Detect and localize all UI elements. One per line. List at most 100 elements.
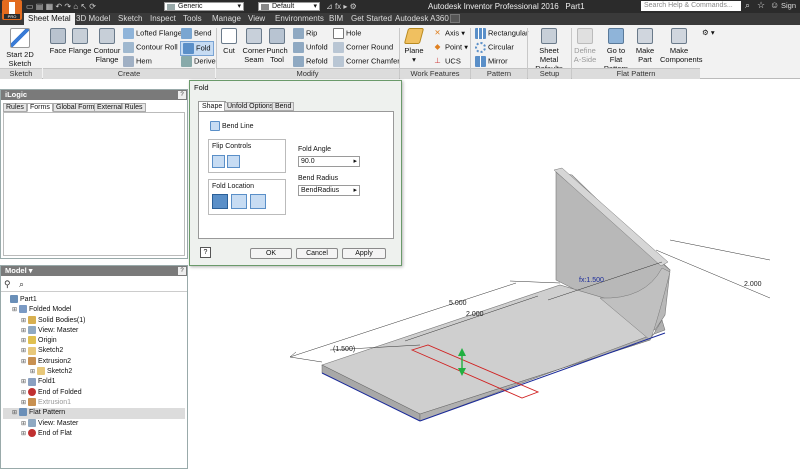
expand-toggle-icon[interactable]: ⊞ xyxy=(21,326,28,336)
corner-chamfer-button[interactable]: Corner Chamfer xyxy=(333,56,400,67)
fold-location-end-button[interactable] xyxy=(250,194,266,209)
dimension-2000-height[interactable]: 2.000 xyxy=(744,281,762,288)
tab-external-rules[interactable]: External Rules xyxy=(94,103,146,112)
tab-tools[interactable]: Tools xyxy=(183,13,202,25)
hole-button[interactable]: Hole xyxy=(333,28,361,39)
tab-sketch[interactable]: Sketch xyxy=(118,13,142,25)
flip-side-button[interactable] xyxy=(212,155,225,168)
refold-button[interactable]: Refold xyxy=(293,56,328,67)
define-aside-button[interactable]: Define A-Side xyxy=(573,28,597,64)
tree-item[interactable]: ⊞ Sketch2 xyxy=(3,346,185,356)
expand-toggle-icon[interactable]: ⊞ xyxy=(21,336,28,346)
find-icon[interactable]: ⌕ xyxy=(19,279,24,290)
apply-button[interactable]: Apply xyxy=(342,248,386,259)
go-to-flat-pattern-button[interactable]: Go to Flat Pattern xyxy=(600,28,632,73)
flip-direction-button[interactable] xyxy=(227,155,240,168)
tree-item[interactable]: ⊞ Origin xyxy=(3,336,185,346)
corner-round-button[interactable]: Corner Round xyxy=(333,42,393,53)
expand-toggle-icon[interactable]: ⊞ xyxy=(30,367,37,377)
tab-forms[interactable]: Forms xyxy=(27,103,53,112)
browse-icon[interactable]: ▸ xyxy=(343,2,347,11)
tree-item[interactable]: ⊞ End of Flat xyxy=(3,429,185,439)
derive-button[interactable]: Derive xyxy=(181,56,216,67)
chevron-right-icon[interactable]: ▸ xyxy=(353,186,357,195)
face-button[interactable]: Face xyxy=(48,28,68,55)
panel-help-icon[interactable]: ? xyxy=(178,91,186,99)
rip-button[interactable]: Rip xyxy=(293,28,317,39)
expand-toggle-icon[interactable]: ⊞ xyxy=(21,377,28,387)
expand-toggle-icon[interactable]: ⊞ xyxy=(21,357,28,367)
panel-label-setup[interactable]: Setup xyxy=(528,68,571,79)
expand-toggle-icon[interactable]: ⊞ xyxy=(21,316,28,326)
user-icon[interactable]: ☺ xyxy=(770,0,779,10)
bend-button[interactable]: Bend xyxy=(181,28,212,39)
ucs-button[interactable]: ⊥ UCS xyxy=(432,56,461,67)
new-icon[interactable]: ▭ xyxy=(26,2,34,11)
tree-item[interactable]: ⊞ End of Folded xyxy=(3,387,185,398)
measure-icon[interactable]: ⊿ xyxy=(326,2,333,11)
ribbon-toggle-icon[interactable] xyxy=(450,14,460,23)
hem-button[interactable]: Hem xyxy=(123,56,152,67)
tree-item[interactable]: ⊞ Folded Model xyxy=(3,305,185,315)
tree-item[interactable]: ⊞ Extrusion1 xyxy=(3,398,185,408)
help-button[interactable]: ? xyxy=(200,247,211,258)
tree-item[interactable]: ⊞ Extrusion2 xyxy=(3,356,185,367)
tree-item[interactable]: ⊞ Flat Pattern xyxy=(3,408,185,419)
tab-environments[interactable]: Environments xyxy=(275,13,324,25)
cancel-button[interactable]: Cancel xyxy=(296,248,338,259)
expand-toggle-icon[interactable]: ⊞ xyxy=(12,305,19,315)
make-components-button[interactable]: Make Components xyxy=(660,28,703,64)
panel-help-icon[interactable]: ? xyxy=(178,267,186,275)
dimension-1500[interactable]: (1.500) xyxy=(333,346,355,353)
home-icon[interactable]: ⌂ xyxy=(73,2,78,11)
bend-radius-input[interactable]: BendRadius ▸ xyxy=(298,185,360,196)
tab-bend[interactable]: Bend xyxy=(272,102,295,111)
undo-icon[interactable]: ↶ xyxy=(55,2,62,11)
material-select[interactable]: Generic ▾ xyxy=(164,2,244,11)
search-icon[interactable]: ⌕ xyxy=(745,0,750,11)
cut-button[interactable]: Cut xyxy=(220,28,238,55)
mirror-button[interactable]: Mirror xyxy=(475,56,508,67)
filter-icon[interactable]: ⚲ xyxy=(4,279,11,290)
tab-shape[interactable]: Shape xyxy=(198,101,227,111)
unfold-button[interactable]: Unfold xyxy=(293,42,328,53)
tab-sheet-metal[interactable]: Sheet Metal xyxy=(24,13,75,25)
point-button[interactable]: ◆ Point ▾ xyxy=(432,42,468,53)
make-part-button[interactable]: Make Part xyxy=(634,28,656,64)
cog-icon[interactable]: ⚙ xyxy=(350,2,357,11)
save-icon[interactable]: ▦ xyxy=(46,2,54,11)
dimension-2000-bend[interactable]: 2.000 xyxy=(466,311,484,318)
lofted-flange-button[interactable]: Lofted Flange xyxy=(123,28,182,39)
tab-inspect[interactable]: Inspect xyxy=(150,13,176,25)
chevron-right-icon[interactable]: ▸ xyxy=(353,157,357,166)
fold-button[interactable]: Fold xyxy=(180,41,214,56)
fold-location-start-button[interactable] xyxy=(231,194,247,209)
expand-toggle-icon[interactable]: ⊞ xyxy=(21,419,28,429)
tab-3d-model[interactable]: 3D Model xyxy=(76,13,110,25)
update-icon[interactable]: ⟳ xyxy=(89,2,96,11)
panel-label-sketch[interactable]: Sketch xyxy=(0,68,42,79)
tab-get-started[interactable]: Get Started xyxy=(351,13,392,25)
flange-button[interactable]: Flange xyxy=(68,28,92,55)
appearance-select[interactable]: Default ▾ xyxy=(258,2,320,11)
circular-pattern-button[interactable]: Circular xyxy=(475,42,514,53)
punch-tool-button[interactable]: Punch Tool xyxy=(266,28,288,64)
expand-toggle-icon[interactable]: ⊞ xyxy=(21,388,28,398)
contour-flange-button[interactable]: Contour Flange xyxy=(93,28,121,64)
fold-location-centerline-button[interactable] xyxy=(212,194,228,209)
bend-line-selector[interactable]: Bend Line xyxy=(210,121,254,132)
tab-bim[interactable]: BIM xyxy=(329,13,343,25)
tree-item[interactable]: ⊞ View: Master xyxy=(3,326,185,336)
tab-view[interactable]: View xyxy=(248,13,265,25)
expand-toggle-icon[interactable]: ⊞ xyxy=(21,398,28,408)
start-sketch-button[interactable]: Start 2D Sketch xyxy=(4,28,36,68)
tree-item[interactable]: ⊞ Fold1 xyxy=(3,377,185,387)
fold-angle-input[interactable]: 90.0 ▸ xyxy=(298,156,360,167)
sheet-metal-defaults-button[interactable]: Sheet Metal Defaults xyxy=(529,28,569,73)
tree-item[interactable]: ⊞ Sketch2 xyxy=(3,367,185,377)
redo-icon[interactable]: ↷ xyxy=(64,2,71,11)
panel-label-pattern[interactable]: Pattern xyxy=(471,68,527,79)
ok-button[interactable]: OK xyxy=(250,248,292,259)
tab-autodesk-a360[interactable]: Autodesk A360 xyxy=(395,13,449,25)
axis-button[interactable]: ✕ Axis ▾ xyxy=(432,28,465,39)
